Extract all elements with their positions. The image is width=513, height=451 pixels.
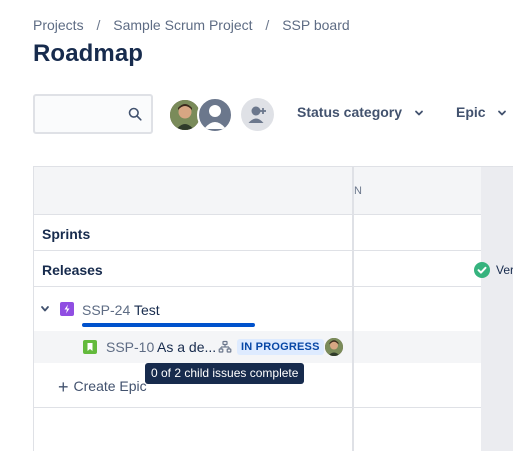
- chevron-down-icon: [498, 110, 507, 116]
- epic-filter-label: Epic: [456, 104, 486, 120]
- add-people-button[interactable]: [241, 98, 274, 131]
- breadcrumb-projects[interactable]: Projects: [33, 17, 84, 33]
- avatar[interactable]: [325, 338, 343, 356]
- story-bookmark-icon: [83, 340, 97, 354]
- epic-lightning-icon: [60, 302, 74, 316]
- roadmap-grid: N Sprints Releases Ver SSP-24 Test SSP-1…: [33, 166, 513, 451]
- grid-header-timeline: [352, 167, 481, 215]
- page-title: Roadmap: [33, 40, 144, 67]
- search-input[interactable]: [41, 102, 127, 126]
- child-issue-key[interactable]: SSP-10: [106, 339, 154, 355]
- status-category-label: Status category: [297, 104, 403, 120]
- user-icon: [204, 105, 226, 129]
- create-epic-button[interactable]: + Create Epic: [58, 377, 147, 398]
- row-divider: [34, 407, 481, 408]
- breadcrumb: Projects / Sample Scrum Project / SSP bo…: [33, 17, 350, 33]
- epic-key[interactable]: SSP-24: [82, 302, 130, 318]
- child-issue-row[interactable]: SSP-10 As a de... IN PROGRESS: [34, 331, 481, 363]
- status-badge[interactable]: IN PROGRESS: [237, 339, 324, 355]
- row-divider: [34, 250, 481, 251]
- child-issues-icon[interactable]: [218, 340, 232, 354]
- epic-summary[interactable]: Test: [134, 302, 160, 318]
- row-divider: [34, 286, 481, 287]
- epic-progress-fill: [82, 323, 255, 327]
- release-label[interactable]: Ver: [496, 263, 513, 277]
- breadcrumb-board[interactable]: SSP board: [282, 17, 349, 33]
- list-timeline-divider[interactable]: [352, 167, 354, 451]
- epic-filter[interactable]: Epic: [456, 104, 507, 120]
- releases-row-label: Releases: [42, 262, 103, 278]
- chevron-down-icon: [415, 110, 423, 116]
- timeline-weekend-column: [481, 167, 513, 451]
- user-photo-icon: [170, 100, 200, 130]
- release-check-icon[interactable]: [474, 262, 490, 278]
- tooltip: 0 of 2 child issues complete: [145, 363, 305, 384]
- epic-row[interactable]: SSP-24 Test: [34, 289, 352, 331]
- sprints-row-label: Sprints: [42, 226, 91, 242]
- add-person-icon: [248, 106, 266, 123]
- breadcrumb-project[interactable]: Sample Scrum Project: [113, 17, 252, 33]
- grid-header-list: [34, 167, 352, 215]
- timeline-month-label: N: [354, 185, 362, 197]
- status-category-filter[interactable]: Status category: [297, 104, 424, 120]
- epic-progress-bar: [82, 323, 255, 327]
- breadcrumb-separator: /: [265, 17, 270, 33]
- breadcrumb-separator: /: [96, 17, 101, 33]
- plus-icon: +: [58, 377, 69, 397]
- search-icon: [128, 107, 142, 121]
- avatar-unassigned[interactable]: [197, 97, 233, 133]
- user-photo-icon: [325, 338, 343, 356]
- chevron-down-icon[interactable]: [40, 304, 50, 314]
- child-issue-summary[interactable]: As a de...: [157, 339, 216, 355]
- create-epic-label: Create Epic: [73, 378, 147, 394]
- search-field[interactable]: [33, 94, 153, 134]
